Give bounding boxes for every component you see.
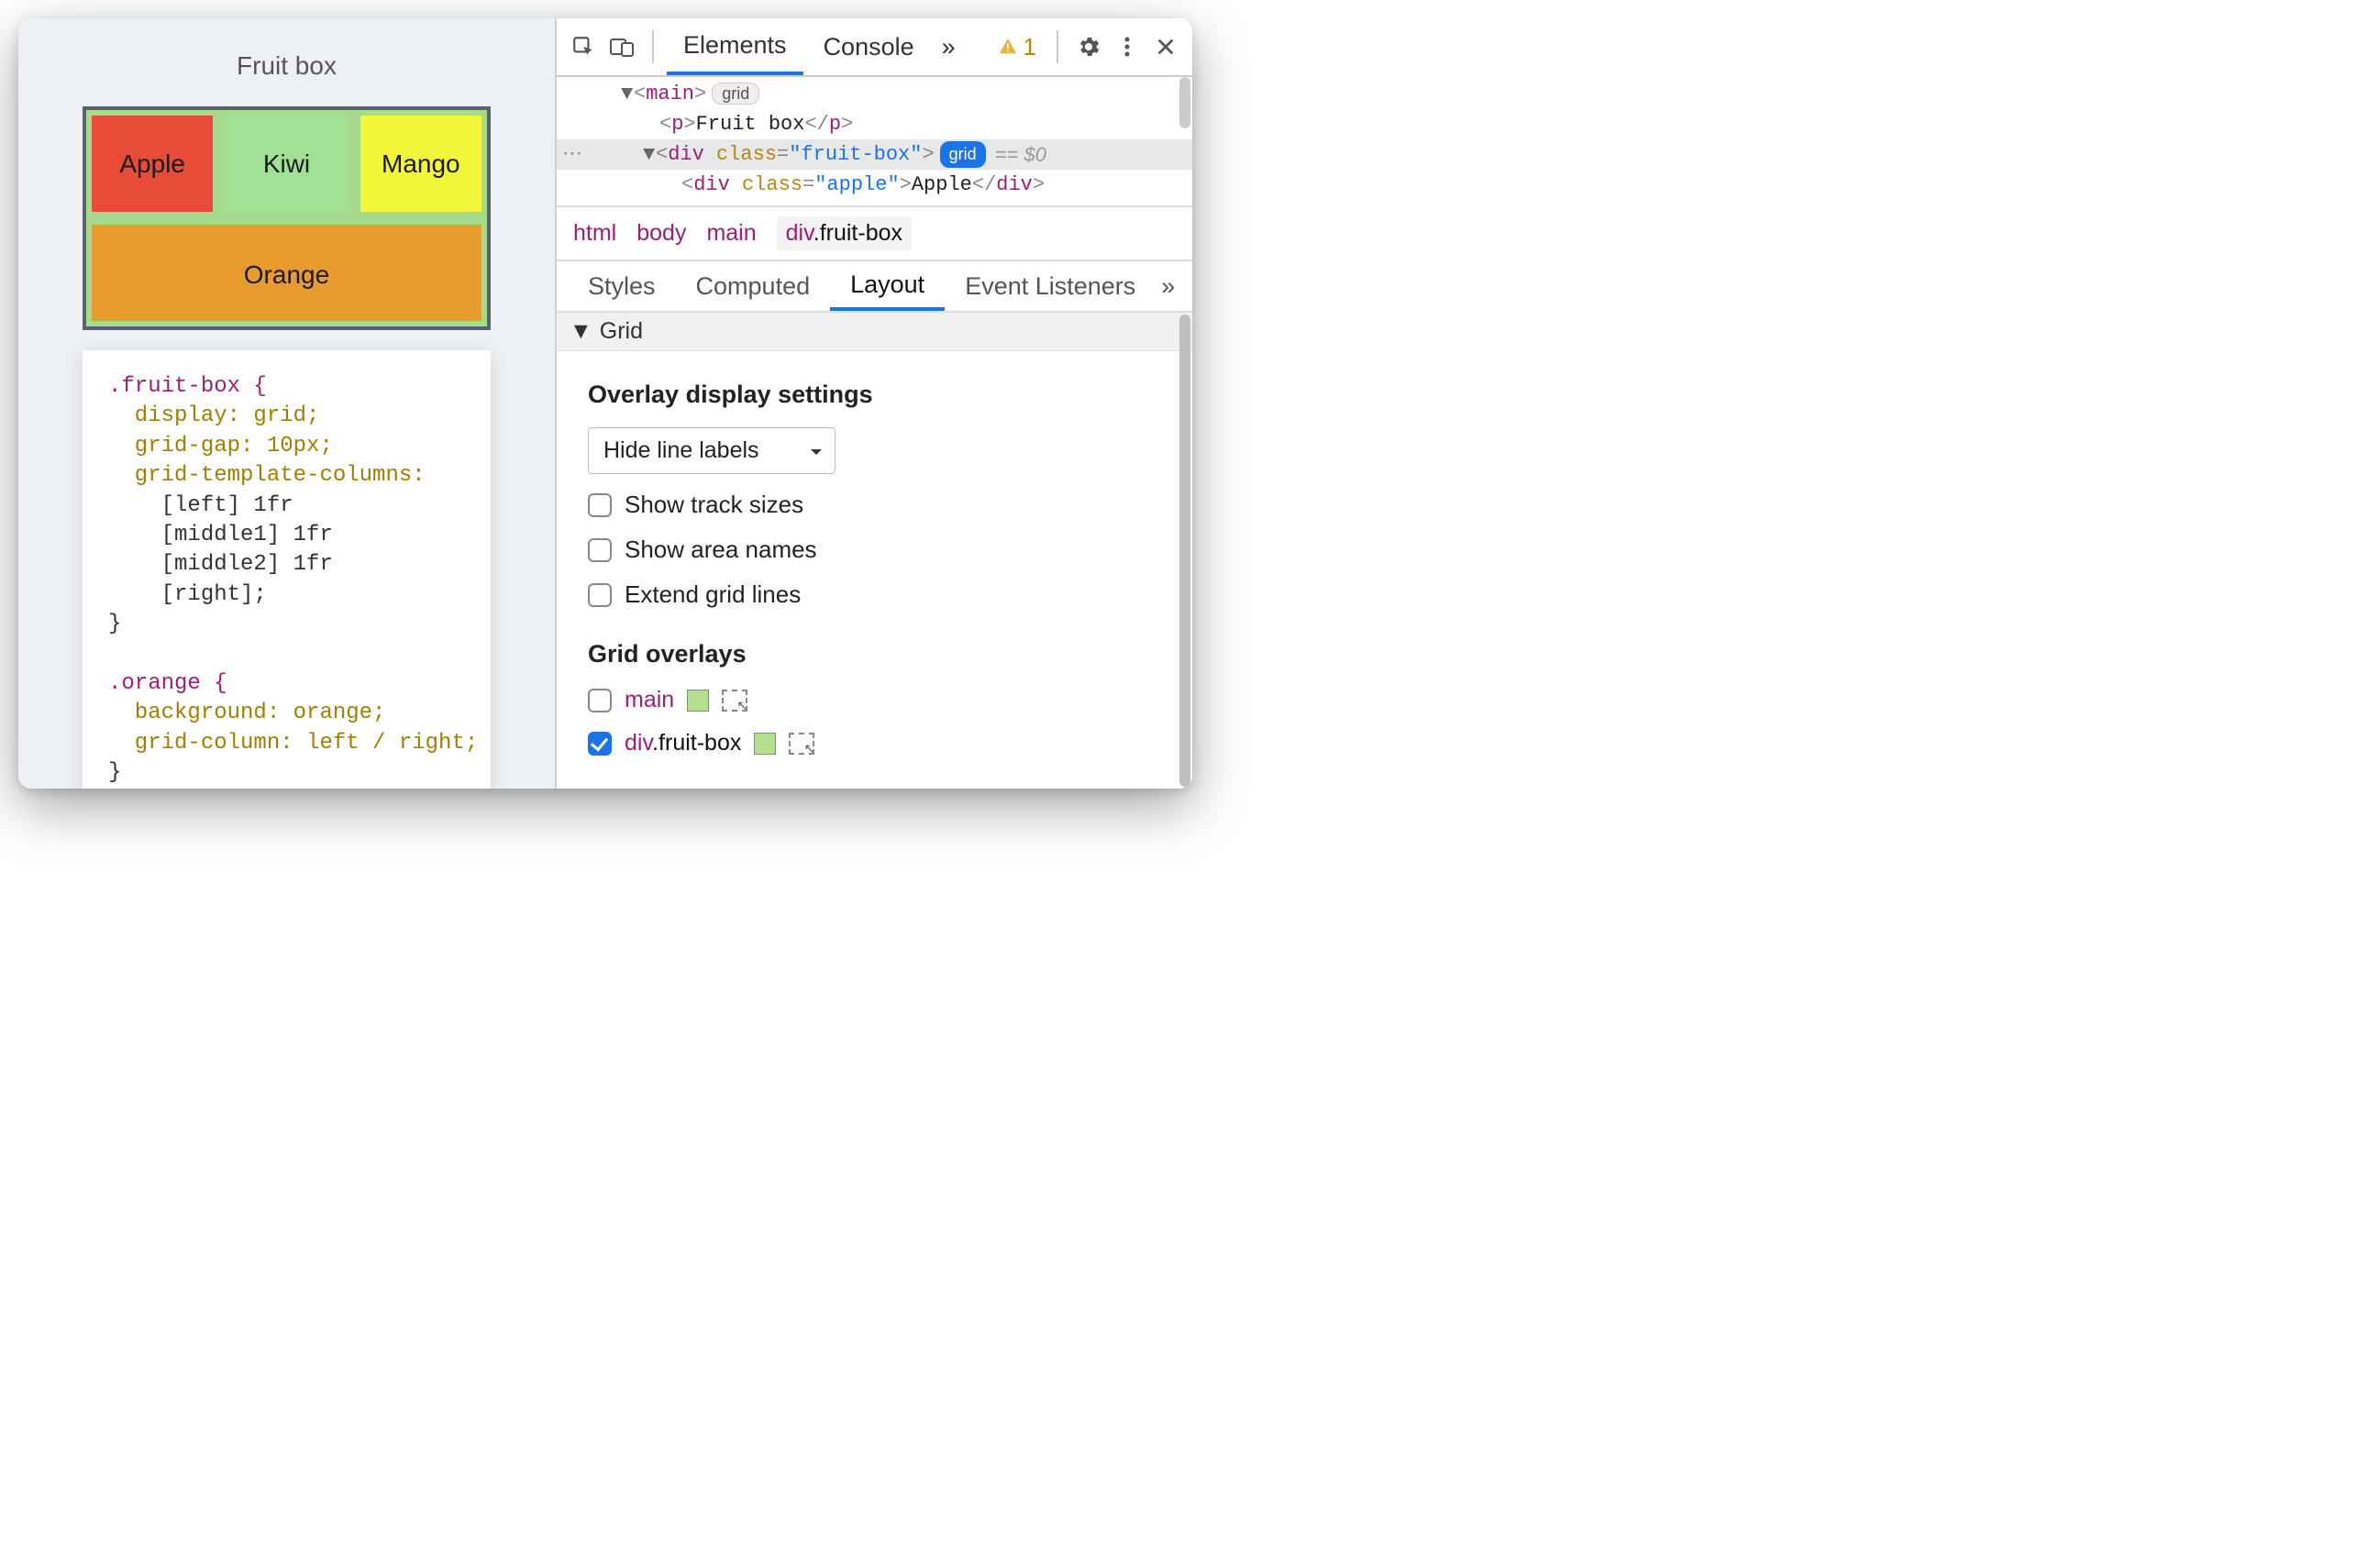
checkbox-unchecked[interactable] [588,538,612,562]
subtab-event-listeners[interactable]: Event Listeners [945,261,1156,311]
devtools-window: Fruit box Apple Kiwi Mango Orange .fruit… [18,18,1192,789]
grid-section-body: Overlay display settings Hide line label… [557,351,1192,789]
page-title: Fruit box [83,51,491,81]
css-snippet: .fruit-box { display: grid; grid-gap: 10… [83,350,491,789]
fruit-box-grid: Apple Kiwi Mango Orange [92,116,481,321]
overlay-reveal-icon[interactable] [789,733,814,755]
checkbox-unchecked[interactable] [588,583,612,607]
checkbox-unchecked[interactable] [588,493,612,517]
option-show-track-sizes[interactable]: Show track sizes [588,491,1161,519]
crumb-html[interactable]: html [573,220,616,247]
dom-row-p[interactable]: <p>Fruit box</p> [557,109,1192,139]
dom-tree[interactable]: ▼<main>grid <p>Fruit box</p> ⋯ ▼<div cla… [557,77,1192,207]
subtab-computed[interactable]: Computed [676,261,831,311]
warning-count: 1 [1024,33,1036,61]
option-extend-grid-lines[interactable]: Extend grid lines [588,580,1161,609]
subtab-layout[interactable]: Layout [830,261,945,311]
option-show-area-names[interactable]: Show area names [588,536,1161,564]
eq-dollar-zero: == $0 [995,139,1046,170]
subtabs-overflow[interactable]: » [1156,261,1180,311]
dom-ellipsis-icon[interactable]: ⋯ [562,139,582,170]
toolbar-separator [652,30,654,63]
devtools-toolbar: Elements Console » 1 [557,18,1192,77]
overlay-reveal-icon[interactable] [722,690,747,712]
crumb-main[interactable]: main [706,220,756,247]
dom-scrollbar[interactable] [1179,77,1190,128]
fruit-kiwi: Kiwi [226,116,347,212]
grid-section-header[interactable]: ▼ Grid [557,313,1192,351]
settings-icon[interactable] [1071,29,1106,64]
checkbox-unchecked[interactable] [588,689,612,712]
fruit-mango: Mango [360,116,481,212]
styles-subtabs: Styles Computed Layout Event Listeners » [557,261,1192,313]
panel-scrollbar[interactable] [1179,315,1190,787]
dom-row-apple[interactable]: <div class="apple">Apple</div> [557,170,1192,200]
grid-overlays-title: Grid overlays [588,640,1161,668]
tab-elements[interactable]: Elements [667,18,803,75]
fruit-apple: Apple [92,116,213,212]
crumb-body[interactable]: body [636,220,686,247]
overlay-display-settings-title: Overlay display settings [588,381,1161,409]
device-toolbar-icon[interactable] [604,29,639,64]
color-swatch[interactable] [687,690,709,712]
checkbox-checked[interactable] [588,732,612,756]
color-swatch[interactable] [754,733,776,755]
close-icon[interactable] [1148,29,1183,64]
overlay-fruit-box[interactable]: div.fruit-box [588,730,1161,756]
tab-console[interactable]: Console [807,18,931,75]
fruit-box-wrapper: Apple Kiwi Mango Orange [83,106,491,330]
dom-row-fruit-box[interactable]: ⋯ ▼<div class="fruit-box">grid== $0 [557,139,1192,170]
warning-badge[interactable]: 1 [998,33,1044,61]
tabs-overflow[interactable]: » [935,18,963,75]
grid-badge[interactable]: grid [712,83,759,105]
dom-row-main[interactable]: ▼<main>grid [557,79,1192,109]
rendered-page-pane: Fruit box Apple Kiwi Mango Orange .fruit… [18,18,555,789]
toolbar-separator-2 [1057,30,1058,63]
fruit-orange: Orange [92,225,481,321]
breadcrumb: html body main div.fruit-box [557,207,1192,261]
layout-grid-section: ▼ Grid Overlay display settings Hide lin… [557,313,1192,789]
inspect-element-icon[interactable] [566,29,601,64]
subtab-styles[interactable]: Styles [568,261,676,311]
crumb-fruit-box[interactable]: div.fruit-box [777,216,912,250]
line-labels-select[interactable]: Hide line labels [588,427,835,474]
chevron-down-icon: ▼ [570,318,592,345]
overlay-main[interactable]: main [588,687,1161,713]
grid-badge-active[interactable]: grid [940,141,986,168]
devtools-pane: Elements Console » 1 ▼<main>grid <p>Frui… [555,18,1192,789]
more-menu-icon[interactable] [1110,29,1145,64]
